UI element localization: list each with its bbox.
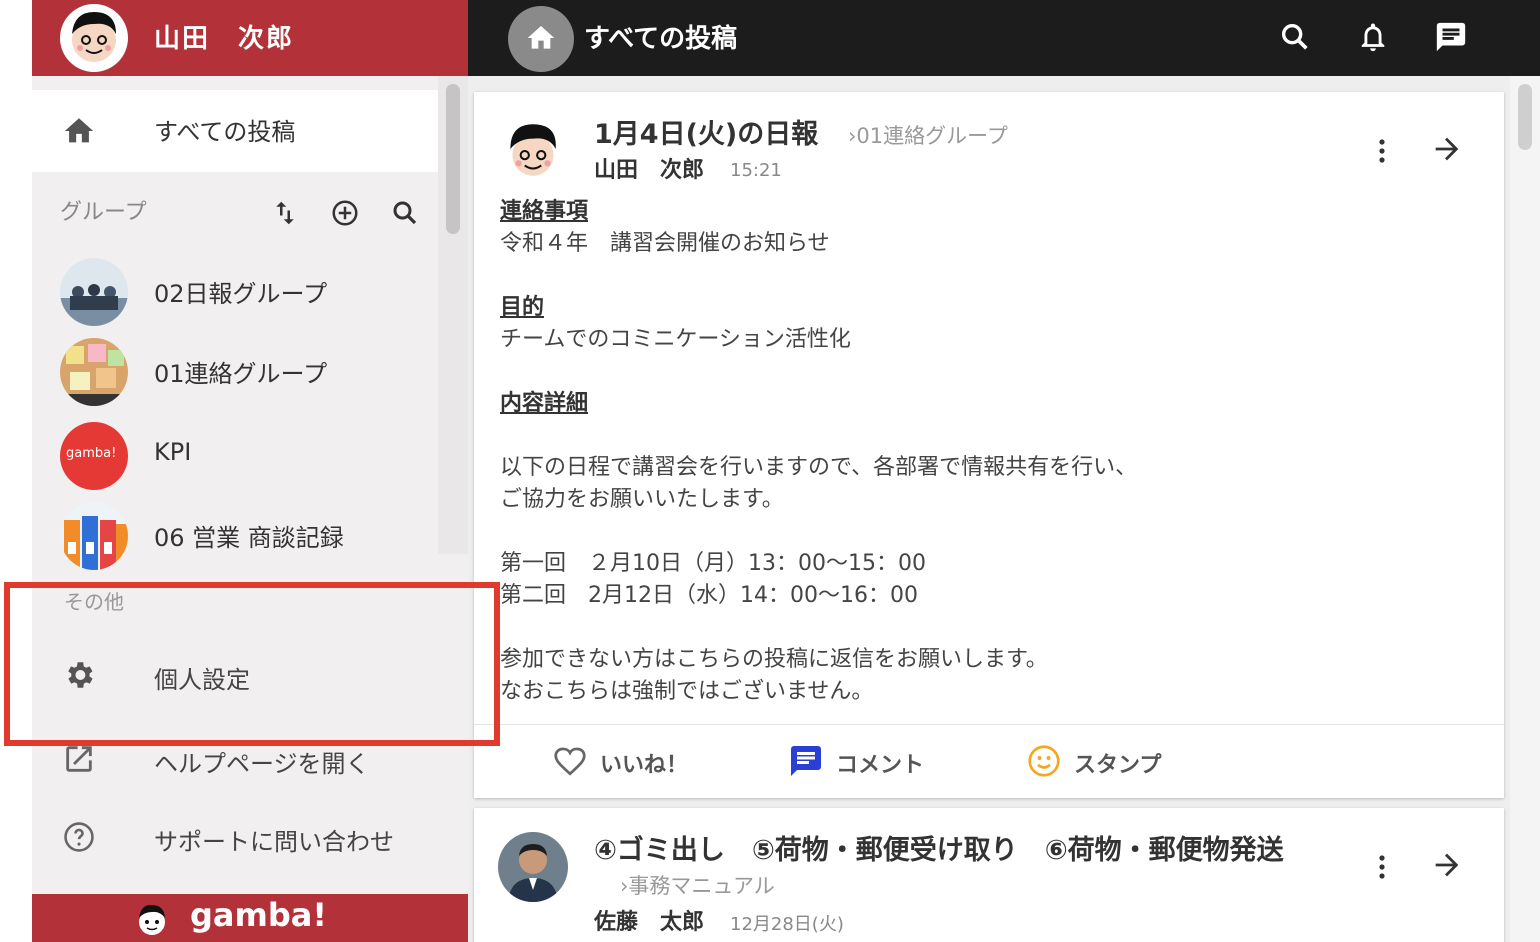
sidebar-header: 山田 次郎 — [32, 0, 468, 76]
post-time: 15:21 — [730, 160, 782, 181]
group-label: KPI — [154, 438, 192, 466]
group-avatar — [60, 338, 128, 406]
app-window: 山田 次郎 すべての投稿 グループ 02日報グループ 01連絡グループ gamb… — [0, 0, 1540, 942]
post-body-line: 第一回 ２月10日（月）13：00〜15：00 — [500, 551, 926, 576]
chat-icon[interactable] — [1434, 20, 1468, 54]
post-body-line: 第二回 2月12日（水）14：00〜16：00 — [500, 583, 918, 608]
sidebar-scrollbar-thumb[interactable] — [446, 84, 460, 234]
help-icon — [62, 820, 96, 854]
post-body-gap — [500, 356, 1480, 388]
post-title[interactable]: ④ゴミ出し ⑤荷物・郵便受け取り ⑥荷物・郵便物発送 — [594, 828, 1284, 867]
groups-header: グループ — [32, 186, 438, 236]
post-card[interactable]: 1月4日(火)の日報 ›01連絡グループ 山田 次郎 15:21 連絡事項 令和… — [474, 92, 1504, 798]
post-body-line: 以下の日程で講習会を行いますので、各部署で情報共有を行い、 — [500, 455, 1138, 480]
post-author-avatar[interactable] — [498, 116, 568, 186]
group-avatar — [60, 502, 128, 570]
gamba-avatar-text: gamba! — [66, 446, 117, 461]
sort-icon[interactable] — [270, 198, 300, 228]
home-icon — [527, 26, 555, 49]
home-icon — [62, 114, 96, 148]
sidebar-group-item[interactable]: gamba! KPI — [32, 416, 438, 492]
post-body-line: なおこちらは強制ではございません。 — [500, 679, 874, 704]
post-body-heading: 連絡事項 — [500, 199, 589, 224]
sidebar-item-all-posts[interactable]: すべての投稿 — [32, 90, 438, 172]
post-author-name: 山田 次郎 — [594, 158, 705, 183]
bell-icon[interactable] — [1356, 20, 1390, 54]
more-options-icon[interactable] — [1370, 852, 1394, 882]
post-body-gap — [500, 516, 1480, 548]
post-body-line: チームでのコミニケーション活性化 — [500, 327, 851, 352]
stamp-label: スタンプ — [1074, 753, 1162, 778]
post-time: 12月28日(火) — [730, 914, 844, 935]
comment-label: コメント — [836, 753, 925, 778]
top-bar: すべての投稿 — [468, 0, 1540, 76]
add-group-icon[interactable] — [330, 198, 360, 228]
arrow-right-icon[interactable] — [1430, 132, 1464, 166]
user-avatar[interactable] — [60, 4, 128, 72]
more-options-icon[interactable] — [1370, 136, 1394, 166]
sidebar-item-support[interactable]: サポートに問い合わせ — [32, 802, 468, 872]
sidebar-item-label: サポートに問い合わせ — [154, 828, 394, 856]
feed-scrollbar[interactable] — [1510, 76, 1540, 942]
post-body-line: 参加できない方はこちらの投稿に返信をお願いします。 — [500, 647, 1048, 672]
like-label: いいね！ — [600, 753, 689, 778]
sidebar-group-item[interactable]: 06 営業 商談記録 — [32, 496, 438, 572]
post-actions: いいね！ コメント スタンプ — [474, 724, 1504, 798]
search-icon[interactable] — [1278, 20, 1312, 54]
group-label: 06 営業 商談記録 — [154, 524, 344, 552]
groups-header-label: グループ — [60, 200, 147, 225]
post-feed: 1月4日(火)の日報 ›01連絡グループ 山田 次郎 15:21 連絡事項 令和… — [468, 76, 1540, 942]
sidebar-group-item[interactable]: 01連絡グループ — [32, 332, 438, 408]
sidebar: 山田 次郎 すべての投稿 グループ 02日報グループ 01連絡グループ gamb… — [32, 0, 468, 942]
post-group-link[interactable]: ›01連絡グループ — [848, 120, 1008, 150]
sidebar-scrollbar[interactable] — [438, 76, 468, 554]
smiley-icon — [1026, 743, 1062, 779]
gamba-logo: gamba! — [190, 896, 327, 934]
post-body-gap — [500, 612, 1480, 644]
post-body-heading: 目的 — [500, 295, 545, 320]
sidebar-group-item[interactable]: 02日報グループ — [32, 252, 438, 328]
post-body-line: 令和４年 講習会開催のお知らせ — [500, 231, 830, 256]
group-label: 01連絡グループ — [154, 360, 328, 388]
user-name: 山田 次郎 — [154, 24, 295, 54]
post-body-heading: 内容詳細 — [500, 391, 589, 416]
group-avatar — [60, 258, 128, 326]
feed-scrollbar-thumb[interactable] — [1518, 84, 1532, 150]
page-title: すべての投稿 — [584, 24, 738, 54]
post-body-gap — [500, 260, 1480, 292]
group-avatar: gamba! — [60, 422, 128, 490]
post-author-avatar[interactable] — [498, 832, 568, 902]
heart-icon — [552, 743, 588, 779]
sidebar-item-label: すべての投稿 — [154, 118, 296, 146]
post-card[interactable]: ④ゴミ出し ⑤荷物・郵便受け取り ⑥荷物・郵便物発送 ›事務マニュアル 佐藤 太… — [474, 808, 1504, 942]
post-author-name: 佐藤 太郎 — [594, 910, 705, 935]
search-icon[interactable] — [390, 198, 420, 228]
comment-icon — [788, 743, 824, 779]
post-group-link[interactable]: ›事務マニュアル — [620, 870, 775, 900]
sidebar-item-label: ヘルプページを開く — [154, 750, 370, 778]
mascot-icon — [132, 900, 172, 940]
highlight-box — [4, 582, 500, 746]
group-label: 02日報グループ — [154, 280, 328, 308]
sidebar-footer: gamba! — [32, 894, 468, 942]
post-body-gap — [500, 420, 1480, 452]
post-title[interactable]: 1月4日(火)の日報 — [594, 112, 818, 151]
arrow-right-icon[interactable] — [1430, 848, 1464, 882]
home-button[interactable] — [508, 6, 574, 72]
external-link-icon — [62, 742, 96, 776]
post-body: 連絡事項 令和４年 講習会開催のお知らせ 目的 チームでのコミニケーション活性化… — [500, 196, 1480, 708]
post-body-line: ご協力をお願いいたします。 — [500, 487, 784, 512]
